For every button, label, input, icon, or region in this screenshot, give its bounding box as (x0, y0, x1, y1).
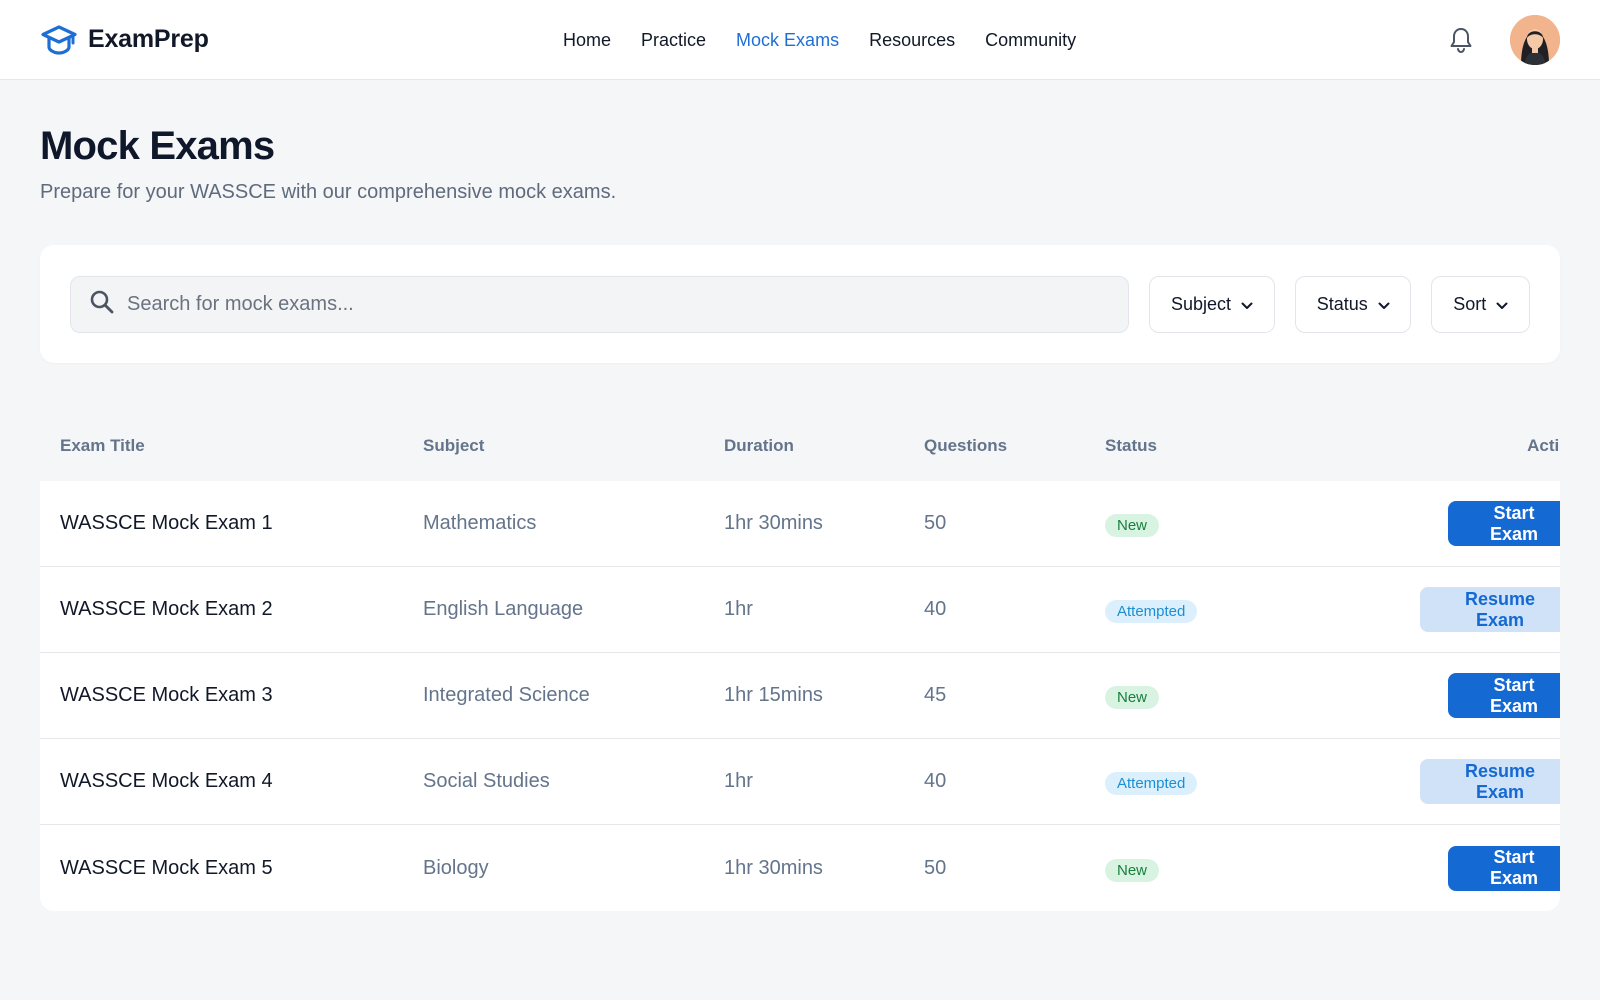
mock-exams-table: Exam Title Subject Duration Questions St… (40, 410, 1560, 911)
column-header-exam-title[interactable]: Exam Title (60, 436, 423, 456)
nav-item-resources[interactable]: Resources (869, 30, 955, 51)
start-exam-button[interactable]: Start Exam (1448, 673, 1560, 718)
column-header-action: Action (1527, 435, 1560, 455)
search-box[interactable] (70, 275, 1129, 333)
exam-duration: 1hr 15mins (724, 684, 823, 706)
exam-title: WASSCE Mock Exam 3 (60, 684, 273, 706)
nav-item-home[interactable]: Home (563, 30, 611, 51)
status-badge: Attempted (1105, 772, 1198, 795)
subject-filter-label: Subject (1170, 293, 1231, 314)
exam-title: WASSCE Mock Exam 2 (60, 598, 273, 620)
chevron-down-icon (1241, 294, 1253, 315)
chevron-down-icon (1496, 294, 1508, 315)
sort-dropdown[interactable]: Sort (1431, 275, 1530, 333)
brand-name: ExamPrep (88, 25, 209, 53)
exam-title: WASSCE Mock Exam 4 (60, 770, 273, 792)
resume-exam-button[interactable]: Resume Exam (1420, 587, 1560, 632)
resume-exam-button[interactable]: Resume Exam (1420, 759, 1560, 804)
table-row: WASSCE Mock Exam 4 Social Studies 1hr 40… (40, 739, 1560, 825)
exam-duration: 1hr 30mins (724, 512, 823, 534)
exam-subject: Biology (423, 856, 489, 879)
table-row: WASSCE Mock Exam 5 Biology 1hr 30mins 50… (40, 825, 1560, 911)
chevron-down-icon (1378, 294, 1390, 315)
exam-subject: Mathematics (423, 512, 537, 534)
status-filter-dropdown[interactable]: Status (1294, 275, 1412, 333)
sort-label: Sort (1453, 293, 1487, 314)
nav-item-mock-exams[interactable]: Mock Exams (736, 30, 839, 51)
exam-duration: 1hr (724, 770, 753, 792)
column-header-duration[interactable]: Duration (724, 436, 924, 456)
avatar[interactable] (1510, 15, 1560, 65)
filter-card: Subject Status Sort (40, 245, 1560, 363)
exam-questions: 40 (924, 598, 947, 620)
brand[interactable]: ExamPrep (40, 21, 209, 59)
exam-questions: 45 (924, 684, 947, 706)
table-header-row: Exam Title Subject Duration Questions St… (40, 410, 1560, 481)
status-badge: New (1105, 686, 1160, 709)
exam-title: WASSCE Mock Exam 1 (60, 512, 273, 534)
table-row: WASSCE Mock Exam 1 Mathematics 1hr 30min… (40, 481, 1560, 567)
column-header-status[interactable]: Status (1105, 436, 1310, 456)
top-navigation-bar: ExamPrep Home Practice Mock Exams Resour… (0, 0, 1600, 80)
exam-questions: 50 (924, 512, 947, 534)
search-input[interactable] (127, 292, 1110, 316)
start-exam-button[interactable]: Start Exam (1448, 845, 1560, 891)
exam-questions: 50 (924, 856, 947, 879)
start-exam-button[interactable]: Start Exam (1448, 501, 1560, 546)
column-header-questions[interactable]: Questions (924, 436, 1105, 456)
page-title: Mock Exams (40, 124, 275, 168)
main-nav: Home Practice Mock Exams Resources Commu… (563, 0, 1076, 80)
status-badge: New (1105, 514, 1160, 537)
page-subtitle: Prepare for your WASSCE with our compreh… (40, 181, 617, 203)
exam-questions: 40 (924, 770, 947, 792)
status-filter-label: Status (1316, 293, 1368, 314)
exam-title: WASSCE Mock Exam 5 (60, 856, 273, 879)
bell-icon[interactable] (1446, 25, 1476, 55)
header-actions (1446, 0, 1560, 80)
nav-item-community[interactable]: Community (985, 30, 1076, 51)
exam-subject: Integrated Science (423, 684, 590, 706)
exam-duration: 1hr 30mins (724, 856, 823, 879)
page-heading: Mock Exams Prepare for your WASSCE with … (0, 80, 1600, 204)
exam-subject: Social Studies (423, 770, 550, 792)
status-badge: Attempted (1105, 600, 1198, 623)
column-header-subject[interactable]: Subject (423, 436, 724, 456)
table-row: WASSCE Mock Exam 2 English Language 1hr … (40, 567, 1560, 653)
table-row: WASSCE Mock Exam 3 Integrated Science 1h… (40, 653, 1560, 739)
nav-item-practice[interactable]: Practice (641, 30, 706, 51)
exam-subject: English Language (423, 598, 584, 620)
subject-filter-dropdown[interactable]: Subject (1149, 275, 1275, 333)
graduation-cap-icon (40, 21, 78, 59)
search-icon (89, 289, 115, 320)
exam-duration: 1hr (724, 598, 753, 620)
status-badge: New (1105, 858, 1160, 882)
